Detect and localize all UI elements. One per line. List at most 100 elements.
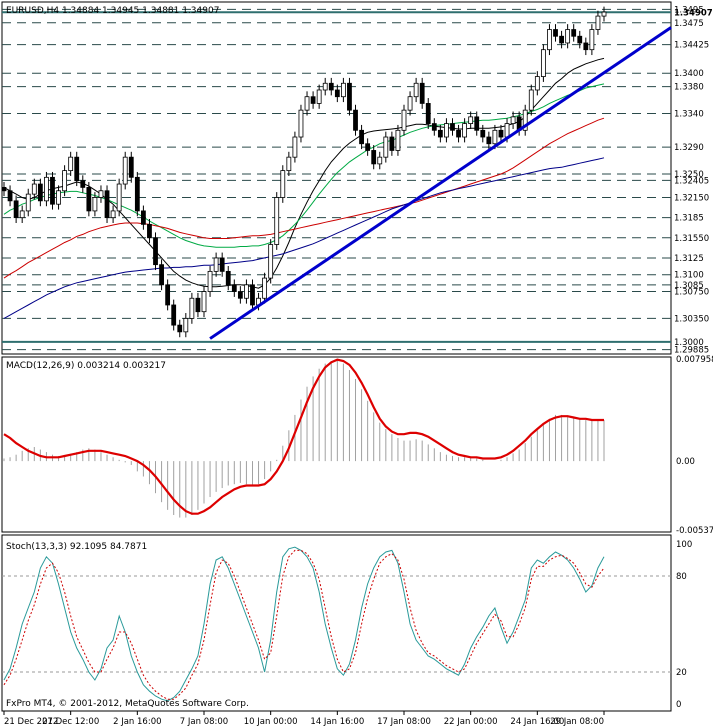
stoch-tick-label: 0 <box>676 700 681 710</box>
candle-body <box>134 176 140 212</box>
candle-body <box>250 284 255 306</box>
candle-body <box>437 129 443 138</box>
price-level-label: 1.32150 <box>674 193 709 203</box>
candle-body <box>140 210 146 225</box>
current-price-label: 1.34907 <box>674 8 713 18</box>
candle-body <box>86 187 92 212</box>
candle-body <box>92 197 98 212</box>
candle-body <box>450 123 455 131</box>
candle-body <box>116 183 122 212</box>
time-axis: 21 Dec 201227 Dec 12:00 2 Jan 16:00 7 Jan … <box>3 711 605 727</box>
candle-body <box>504 123 510 138</box>
candle-body <box>595 15 601 30</box>
stoch-tick-label: 80 <box>676 572 687 582</box>
time-tick-label: 2 Jan 16:00 <box>113 717 161 727</box>
price-level-label: 1.3185 <box>674 214 704 224</box>
candle-body <box>328 82 334 91</box>
candle-body <box>37 183 43 202</box>
price-level-label: 1.3475 <box>674 19 704 29</box>
candle-body <box>286 156 292 172</box>
price-level-label: 1.3125 <box>674 254 704 264</box>
price-level-label: 1.3100 <box>674 271 704 281</box>
candle-body <box>468 116 474 124</box>
mt4-chart: 1.34951.34751.344251.34001.33801.33401.3… <box>1 1 713 727</box>
candle-body <box>19 210 25 219</box>
candle-body <box>589 29 595 51</box>
candle-body <box>13 200 19 219</box>
candle-body <box>389 136 395 151</box>
candle-body <box>571 29 577 37</box>
candle-body <box>298 109 304 138</box>
candle-body <box>56 190 61 205</box>
candle-body <box>171 304 177 326</box>
candle-body <box>122 156 128 185</box>
macd-title: MACD(12,26,9) 0.003214 0.003217 <box>6 361 166 371</box>
time-tick-label: 17 Jan 08:00 <box>377 717 431 727</box>
candle-body <box>262 277 268 299</box>
candle-body <box>237 291 243 299</box>
candle-body <box>498 129 504 138</box>
candle-body <box>80 180 86 188</box>
candle-body <box>395 129 401 151</box>
candle-body <box>401 109 407 131</box>
candle-body <box>316 89 322 104</box>
candle-body <box>165 284 171 306</box>
candle-body <box>444 123 449 138</box>
candle-body <box>231 284 237 292</box>
candle-body <box>540 49 546 77</box>
macd-tick-label: 0.007958 <box>676 355 713 365</box>
candle-body <box>577 35 583 44</box>
candle-body <box>268 244 274 279</box>
macd-axis: 0.007958 0.00 -0.00537 <box>676 355 713 536</box>
candle-body <box>565 29 571 44</box>
candle-body <box>534 76 540 91</box>
candle-body <box>50 176 55 205</box>
macd-panel <box>1 356 672 533</box>
candle-body <box>462 123 468 138</box>
time-tick-label: 27 Dec 12:00 <box>42 717 99 727</box>
stoch-tick-label: 100 <box>676 540 692 550</box>
candle-body <box>292 136 298 158</box>
candle-body <box>219 257 225 272</box>
stoch-title: Stoch(13,3,3) 92.1095 84.7871 <box>6 542 147 552</box>
time-tick-label: 29 Jan 08:00 <box>550 717 604 727</box>
price-axis: 1.34951.34751.344251.34001.33801.33401.3… <box>674 5 713 355</box>
candle-body <box>547 29 552 51</box>
candle-body <box>601 11 607 17</box>
candle-body <box>322 82 328 91</box>
candle-body <box>104 190 110 219</box>
candle-body <box>407 96 413 111</box>
candle-body <box>383 136 389 158</box>
macd-tick-label: 0.00 <box>676 457 695 467</box>
price-level-label: 1.3340 <box>674 110 704 120</box>
price-level-label: 1.3400 <box>674 69 704 79</box>
candle-body <box>159 264 164 286</box>
candle-body <box>244 284 249 299</box>
price-level-label: 1.32405 <box>674 176 709 186</box>
candle-body <box>583 42 589 51</box>
candle-body <box>62 170 68 192</box>
candle-body <box>189 297 195 319</box>
candle-body <box>431 123 437 131</box>
price-panel <box>1 1 672 355</box>
candle-body <box>425 103 431 124</box>
candle-body <box>359 129 364 145</box>
price-level-label: 1.31550 <box>674 234 709 244</box>
time-tick-label: 14 Jan 16:00 <box>310 717 364 727</box>
candle-body <box>98 190 104 198</box>
candle-body <box>419 82 425 104</box>
candle-body <box>68 156 74 172</box>
candle-body <box>353 109 358 131</box>
candle-body <box>559 35 564 44</box>
candle-body <box>304 96 310 111</box>
price-level-label: 1.30750 <box>674 288 709 298</box>
candle-body <box>110 210 116 219</box>
candle-body <box>365 143 371 151</box>
footer-copyright: FxPro MT4, © 2001-2012, MetaQuotes Softw… <box>6 699 249 709</box>
stoch-tick-label: 20 <box>676 668 687 678</box>
candle-body <box>7 190 13 202</box>
time-tick-label: 7 Jan 08:00 <box>180 717 228 727</box>
candle-body <box>201 291 207 313</box>
candle-body <box>371 150 377 165</box>
candle-body <box>553 29 558 37</box>
